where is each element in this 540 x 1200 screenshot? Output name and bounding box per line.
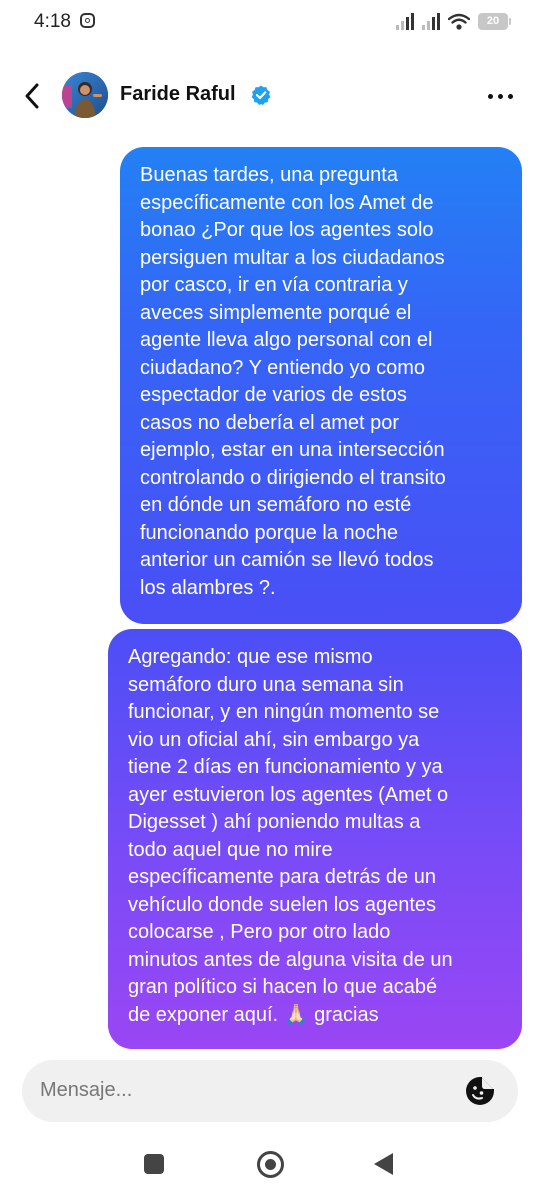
status-bar: 4:18 20 (0, 0, 540, 46)
message-line: todo aquel que no mire (128, 838, 333, 861)
message-line: semáforo duro una semana sin (128, 673, 404, 696)
message-line: casos no debería el amet por (140, 411, 400, 434)
message-bubble[interactable]: Buenas tardes, una pregunta específicame… (120, 147, 522, 624)
message-line: específicamente con los Amet de (140, 191, 434, 214)
status-time: 4:18 (34, 11, 71, 32)
status-icons: 20 (396, 12, 511, 30)
message-line: controlando o dirigiendo el transito (140, 466, 446, 489)
battery-icon: 20 (478, 12, 511, 30)
message-line: ejemplo, estar en una intersección (140, 439, 445, 461)
signal-icon (422, 12, 440, 30)
sticker-icon[interactable] (464, 1075, 496, 1107)
message-line: ciudadano? Y entiendo yo como (140, 356, 426, 379)
contact-name[interactable]: Faride Raful (120, 83, 236, 106)
signal-icon (396, 12, 414, 30)
message-line: de exponer aquí. 🙏🏻 gracias (128, 1003, 379, 1026)
message-line: colocarse , Pero por otro lado (128, 921, 391, 943)
message-line: Digesset ) ahí poniendo multas a (128, 811, 421, 833)
battery-level: 20 (486, 15, 500, 27)
message-line: ayer estuvieron los agentes (Amet o (128, 783, 449, 806)
wifi-icon (448, 13, 470, 30)
avatar[interactable] (62, 72, 108, 118)
message-line: persiguen multar a los ciudadanos (140, 246, 445, 269)
message-line: Agregando: que ese mismo (128, 646, 373, 668)
message-line: Buenas tardes, una pregunta (140, 164, 398, 186)
back-button[interactable] (14, 78, 50, 114)
message-line: vio un oficial ahí, sin embargo ya (128, 728, 420, 751)
message-line: aveces simplemente porqué el (140, 301, 412, 324)
message-line: vehículo donde suelen los agentes (128, 893, 437, 916)
more-horizontal-icon (487, 93, 493, 99)
more-options-button[interactable] (482, 82, 518, 110)
message-line: los alambres ?. (140, 576, 276, 599)
message-line: tiene 2 días en funcionamiento y ya (128, 756, 443, 778)
message-line: anterior un camión se llevó todos (140, 549, 434, 571)
message-line: bonao ¿Por que los agentes solo (140, 219, 434, 241)
system-nav-bar (0, 1140, 540, 1190)
chevron-left-icon (25, 83, 39, 109)
message-bubble[interactable]: Agregando: que ese mismo semáforo duro u… (108, 629, 522, 1049)
instagram-notification-icon (80, 13, 95, 28)
verified-badge-icon (251, 85, 271, 105)
message-line: funcionando porque la noche (140, 521, 398, 544)
system-back-button[interactable] (374, 1153, 393, 1175)
chat-header: Faride Raful (0, 66, 540, 126)
recents-button[interactable] (144, 1154, 164, 1174)
message-line: gran político si hacen lo que acabé (128, 976, 438, 998)
message-line: por casco, ir en vía contraria y (140, 274, 408, 296)
message-line: espectador de varios de estos (140, 384, 407, 406)
message-line: minutos antes de alguna visita de un (128, 948, 453, 971)
message-input[interactable]: Mensaje... (40, 1079, 132, 1102)
message-line: en dónde un semáforo no esté (140, 494, 412, 516)
home-button[interactable] (257, 1151, 284, 1178)
message-line: funcionar, y en ningún momento se (128, 701, 440, 723)
message-line: agente lleva algo personal con el (140, 329, 433, 351)
message-composer[interactable]: Mensaje... (22, 1060, 518, 1122)
message-line: específicamente para detrás de un (128, 866, 436, 888)
